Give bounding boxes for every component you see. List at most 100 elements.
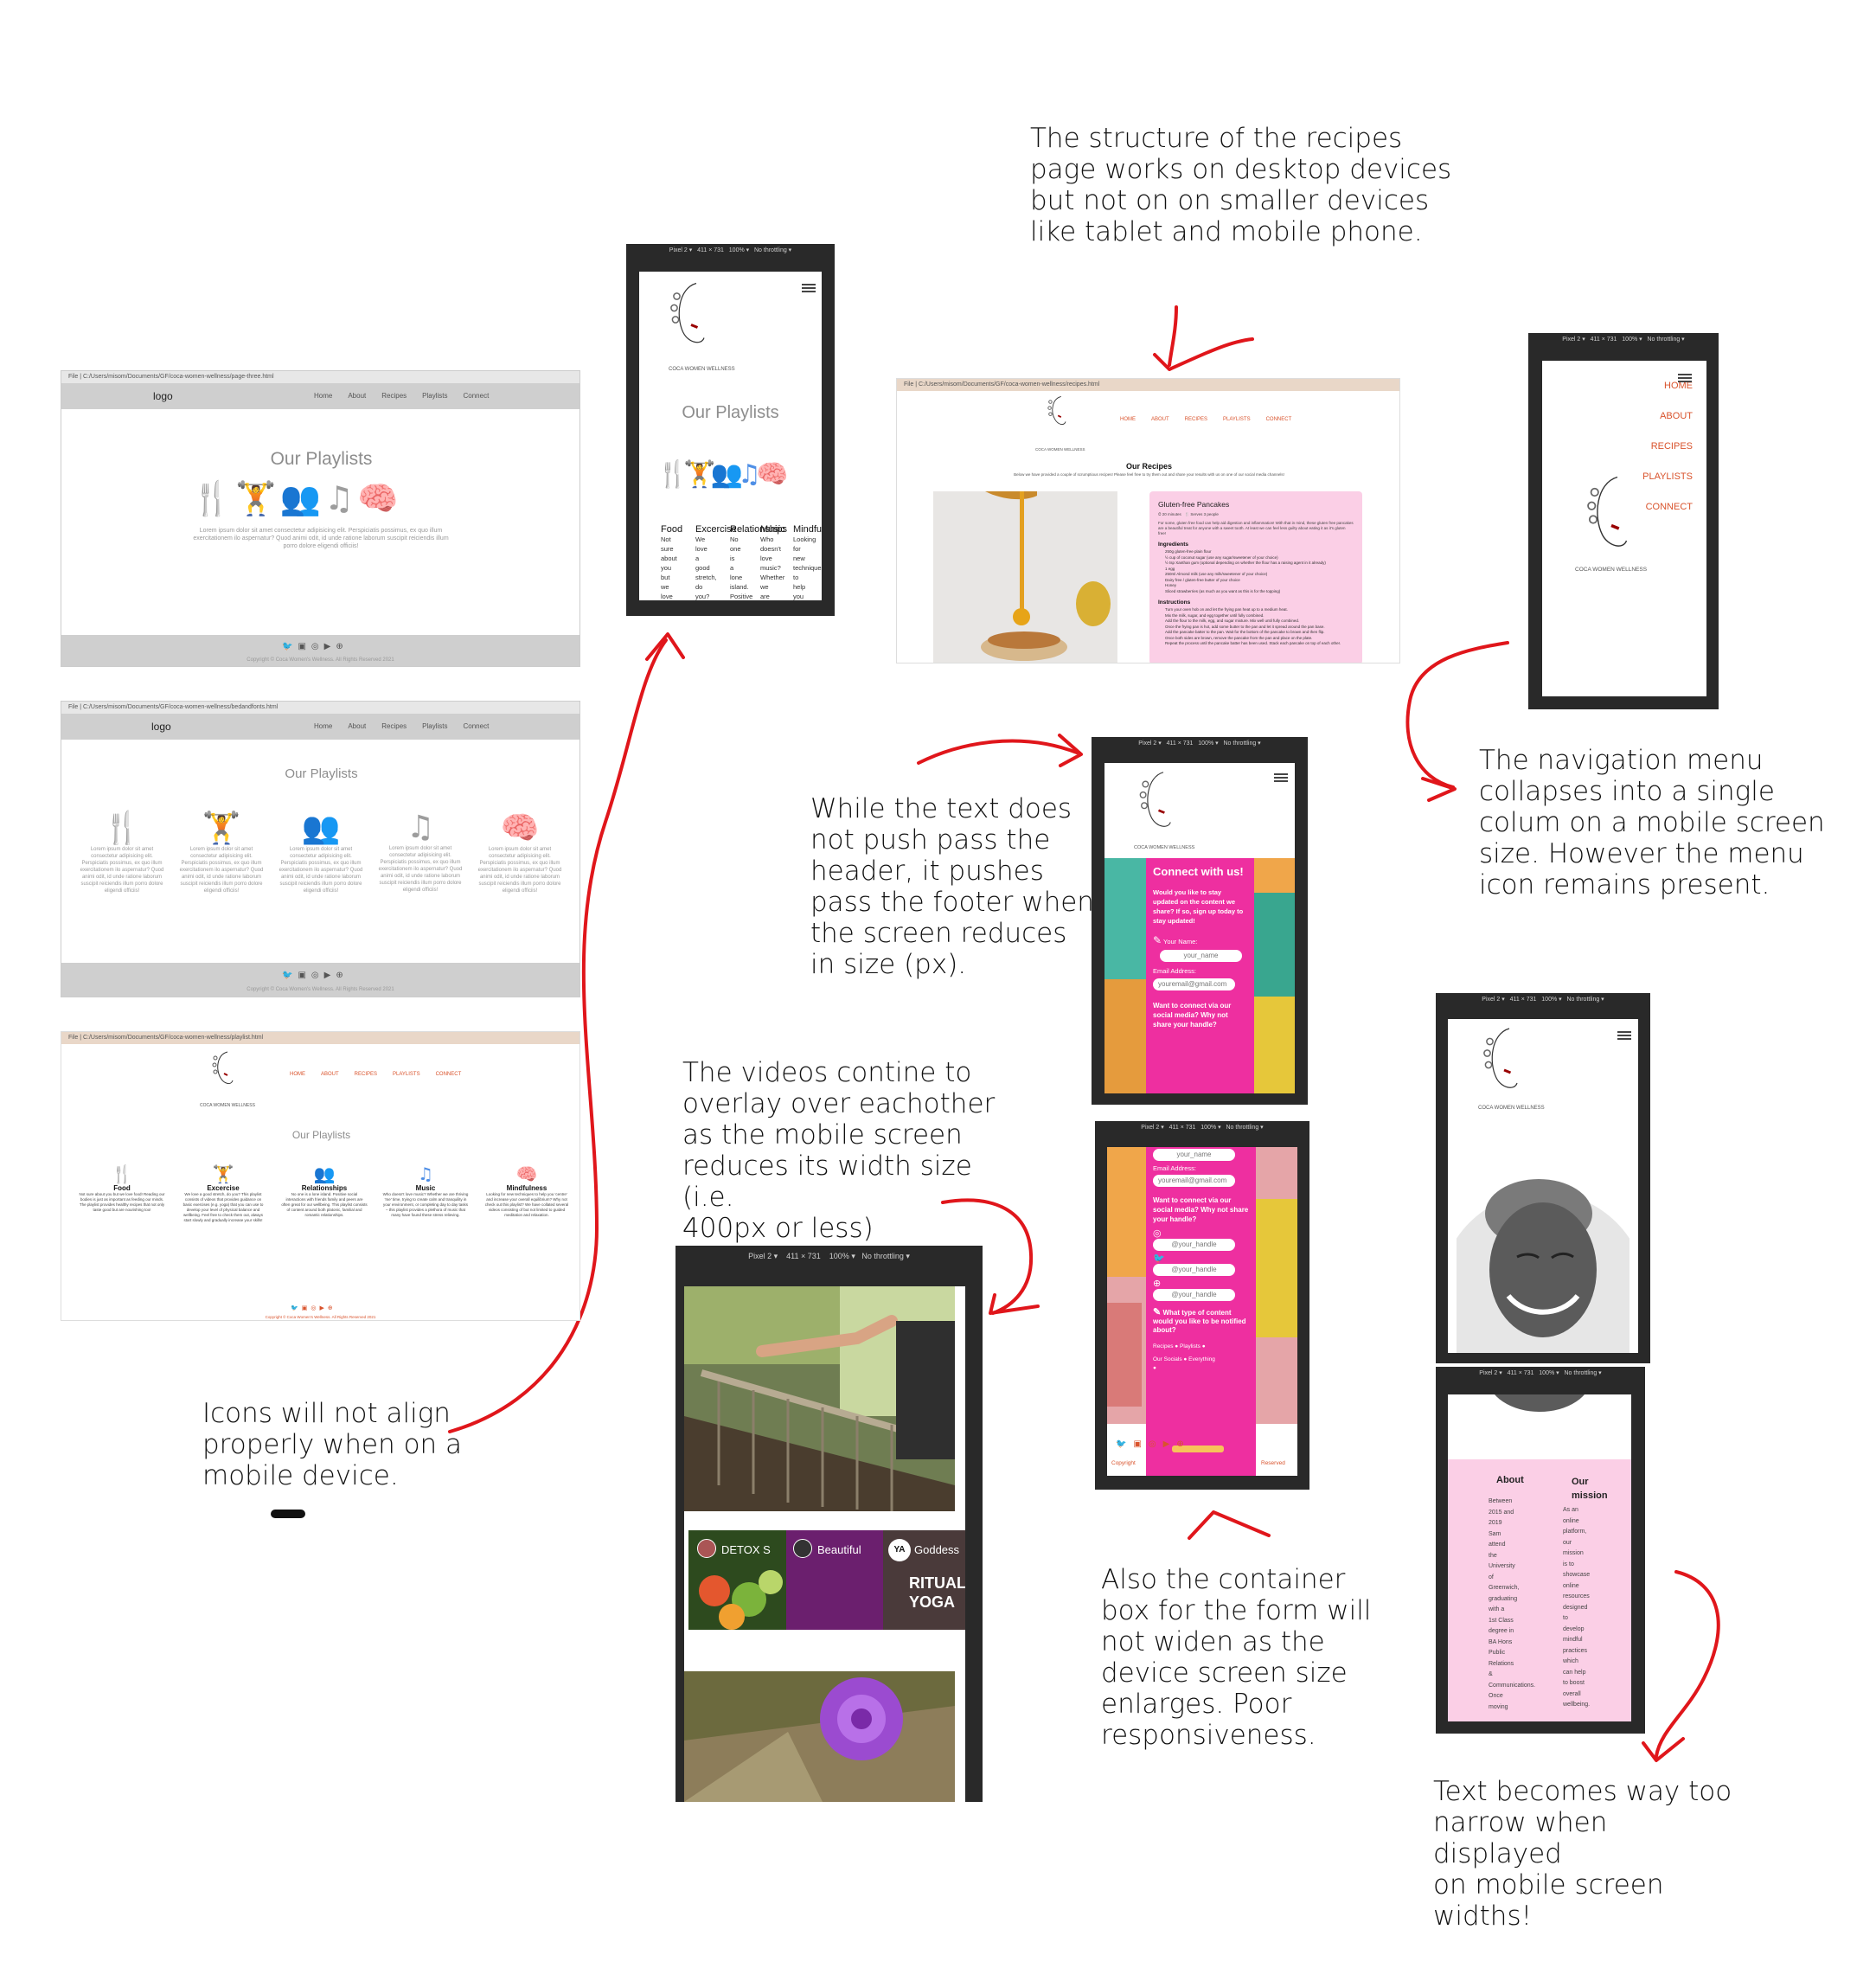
- col-relationships: Relationships No one is a lone island. Positive: [730, 524, 787, 600]
- page-title: Our Recipes: [1125, 462, 1173, 471]
- desktop-screenshot-1: File | C:/Users/misom/Documents/GF/coca-…: [61, 370, 580, 667]
- page-title: Our Playlists: [285, 766, 358, 781]
- arrowhead-about: [1642, 1737, 1685, 1762]
- dumbbell-icon: 🏋: [235, 479, 280, 517]
- coca-logo-icon: [1483, 1028, 1518, 1088]
- video-tile-detox[interactable]: DETOX S: [688, 1530, 786, 1630]
- nav-about[interactable]: About: [348, 722, 366, 730]
- nav-about[interactable]: About: [348, 392, 366, 400]
- col-heading: Mindfulness: [793, 524, 822, 535]
- pancake-honey-image: [933, 491, 1117, 663]
- playlist-item-mindfulness[interactable]: 🧠 Mindfulness Looking for new techniques t…: [483, 1163, 570, 1218]
- overlapping-icons: 🍴🏋👥♫🧠: [656, 459, 788, 490]
- music-note-icon: ♫: [406, 810, 435, 845]
- nav-playlists[interactable]: Playlists: [422, 392, 447, 400]
- instructions-heading: Instructions: [1158, 599, 1191, 606]
- browser-url-bar[interactable]: File | C:/Users/misom/Documents/GF/coca-…: [897, 379, 1399, 391]
- nav-recipes[interactable]: Recipes: [381, 722, 407, 730]
- browser-url-bar[interactable]: File | C:/Users/misom/Documents/GF/coca-…: [61, 371, 579, 383]
- channel-avatar: [697, 1539, 716, 1558]
- column-text: Lorem ipsum dolor sit amet consectetur a…: [477, 847, 562, 894]
- edit-icon: ✎: [1153, 1307, 1162, 1317]
- item-text: Not sure about you but we love food! Rea…: [79, 1192, 165, 1212]
- radio-socials[interactable]: ●: [1183, 1356, 1187, 1362]
- coca-logo-icon: [1587, 476, 1628, 547]
- logo-text[interactable]: logo: [153, 390, 173, 402]
- twitter-handle-input[interactable]: @your_handle: [1153, 1264, 1235, 1276]
- nav-recipes[interactable]: Recipes: [381, 392, 407, 400]
- mobile-nav-device: Pixel 2 ▾ 411 × 731 100% ▾ No throttling…: [1528, 333, 1719, 709]
- video-title: Beautiful: [817, 1543, 861, 1556]
- mobile-about-top-device: Pixel 2 ▾ 411 × 731 100% ▾ No throttling…: [1436, 993, 1650, 1363]
- video-tile-goddess[interactable]: YA Goddess RITUAL YOGA: [883, 1530, 965, 1630]
- arrowhead-mobile-playlists: [645, 632, 685, 661]
- nav-recipes[interactable]: RECIPES: [1185, 417, 1207, 422]
- pinterest-icon: ⊕: [1153, 1279, 1162, 1289]
- name-input[interactable]: your_name: [1160, 950, 1242, 962]
- name-input[interactable]: your_name: [1153, 1149, 1235, 1161]
- hamburger-menu-icon[interactable]: [1274, 772, 1288, 784]
- col-words: Not sure about you but we love: [661, 535, 677, 600]
- arrow-to-connect1: [917, 739, 1079, 765]
- social-question: Want to connect via our social media? Wh…: [1153, 1196, 1249, 1223]
- brain-icon: 🧠: [500, 811, 540, 846]
- page-title: Our Playlists: [270, 449, 373, 469]
- video-tile-beautiful[interactable]: Beautiful: [786, 1530, 883, 1630]
- playlist-item-food[interactable]: 🍴 Food Not sure about you but we love food…: [79, 1163, 165, 1213]
- nav-about[interactable]: ABOUT: [1151, 417, 1169, 422]
- pinterest-handle-input[interactable]: @your_handle: [1153, 1289, 1235, 1301]
- playlist-item-exercise[interactable]: 🏋 Excercise We love a good stretch, do you…: [180, 1163, 266, 1223]
- users-icon: 👥: [710, 459, 743, 490]
- playlist-item-relationships[interactable]: 👥 Relationships No one is a lone island. P…: [281, 1163, 368, 1218]
- nav-links: HOME ABOUT RECIPES PLAYLISTS CONNECT: [1120, 417, 1307, 422]
- logo-text[interactable]: logo: [151, 721, 171, 733]
- brand-name: COCA WOMEN WELLNESS: [1478, 1106, 1545, 1111]
- playlist-item-music[interactable]: ♫ Music Who doesn't love music? Whether we…: [382, 1163, 469, 1218]
- nav-about[interactable]: ABOUT: [321, 1072, 339, 1077]
- nav-connect[interactable]: CONNECT: [436, 1072, 462, 1077]
- item-name: Food: [113, 1184, 131, 1192]
- nav-recipes[interactable]: RECIPES: [1642, 432, 1693, 462]
- nav-connect[interactable]: CONNECT: [1642, 492, 1693, 522]
- nav-home[interactable]: Home: [314, 722, 332, 730]
- radio-playlists[interactable]: ●: [1202, 1343, 1206, 1349]
- browser-url-bar[interactable]: File | C:/Users/misom/Documents/GF/coca-…: [61, 702, 579, 714]
- browser-url-bar[interactable]: File | C:/Users/misom/Documents/GF/coca-…: [61, 1032, 579, 1044]
- ingredients-heading: Ingredients: [1158, 542, 1189, 548]
- email-input[interactable]: youremail@gmail.com: [1153, 978, 1235, 990]
- item-name: Relationships: [301, 1184, 348, 1192]
- arrow-to-nav: [1405, 641, 1509, 789]
- instagram-handle-input[interactable]: @your_handle: [1153, 1239, 1235, 1251]
- brand-name: COCA WOMEN WELLNESS: [669, 367, 735, 372]
- opt-playlists-label: Playlists: [1180, 1343, 1201, 1349]
- nav-playlists[interactable]: PLAYLISTS: [1642, 462, 1693, 492]
- nav-home[interactable]: HOME: [290, 1072, 305, 1077]
- nav-recipes[interactable]: RECIPES: [355, 1072, 377, 1077]
- nav-connect[interactable]: Connect: [464, 722, 490, 730]
- nav-home[interactable]: Home: [314, 392, 332, 400]
- instructions-list: Turn your oven hob on and let the frying…: [1165, 607, 1341, 645]
- desktop-screenshot-2: File | C:/Users/misom/Documents/GF/coca-…: [61, 701, 580, 997]
- nav-about[interactable]: ABOUT: [1642, 401, 1693, 432]
- nav-connect[interactable]: CONNECT: [1266, 417, 1292, 422]
- radio-extra[interactable]: ●: [1153, 1365, 1249, 1371]
- email-input[interactable]: youremail@gmail.com: [1153, 1175, 1235, 1187]
- mission-heading: Our mission: [1572, 1477, 1608, 1501]
- nav-playlists[interactable]: Playlists: [422, 722, 447, 730]
- arrow-to-about-shaft: [1655, 1570, 1720, 1758]
- item-name: Excercise: [207, 1184, 240, 1192]
- hamburger-menu-icon[interactable]: [1678, 372, 1692, 384]
- col-mindfulness: MindfulnessLookingfornewtechniquestohelp…: [793, 524, 822, 600]
- nav-playlists[interactable]: PLAYLISTS: [393, 1072, 420, 1077]
- opt-socials-label: Our Socials: [1153, 1356, 1182, 1362]
- nav-connect[interactable]: Connect: [464, 392, 490, 400]
- social-icons: 🐦▣◎▶⊕: [282, 642, 349, 651]
- radio-recipes[interactable]: ●: [1175, 1343, 1178, 1349]
- mobile-about-device: Pixel 2 ▾ 411 × 731 100% ▾ No throttling…: [1436, 1367, 1645, 1734]
- hamburger-menu-icon[interactable]: [802, 282, 816, 294]
- nav-playlists[interactable]: PLAYLISTS: [1223, 417, 1251, 422]
- recipes-desktop-screenshot: File | C:/Users/misom/Documents/GF/coca-…: [896, 378, 1400, 663]
- hamburger-menu-icon[interactable]: [1617, 1029, 1631, 1042]
- nav-home[interactable]: HOME: [1120, 417, 1136, 422]
- fork-knife-icon: 🍴: [656, 459, 688, 490]
